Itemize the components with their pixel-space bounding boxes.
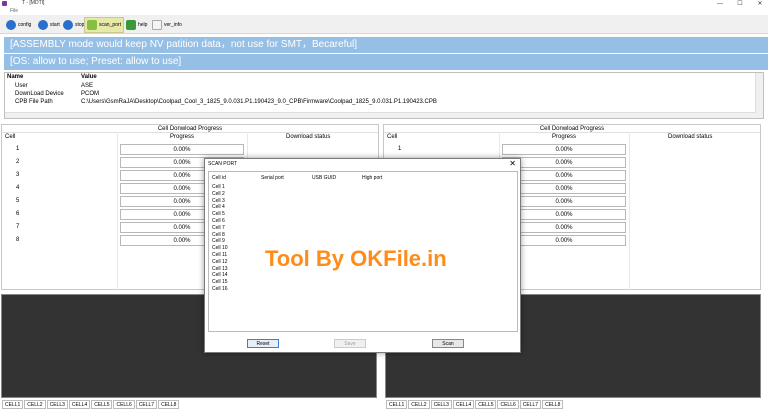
panel-title: Cell Donwload Progress [384, 125, 760, 133]
panel-title: Cell Donwload Progress [2, 125, 378, 133]
cell-row: 1 0.00% [384, 143, 760, 156]
help-button[interactable]: help [124, 17, 149, 33]
list-item[interactable]: Cell 3 [212, 198, 225, 204]
menu-file[interactable]: File [10, 8, 18, 14]
list-item[interactable]: Cell 16 [212, 286, 228, 292]
tab-cell7[interactable]: CELL7 [519, 400, 542, 409]
list-item[interactable]: Cell 4 [212, 204, 225, 210]
column-high-port: High port [362, 175, 383, 181]
column-cell-id: Cell id [212, 175, 226, 181]
cell-row: 1 0.00% [2, 143, 378, 156]
list-item[interactable]: Cell 5 [212, 211, 225, 217]
tab-cell8[interactable]: CELL8 [158, 400, 180, 409]
list-item[interactable]: Cell 15 [212, 279, 228, 285]
list-item[interactable]: Cell 9 [212, 238, 225, 244]
tab-cell1[interactable]: CELL1 [2, 400, 24, 409]
column-serial-port: Serial port [261, 175, 284, 181]
android-icon [87, 20, 97, 30]
left-cell-tabs: CELL1 CELL2 CELL3 CELL4 CELL5 CELL6 CELL… [2, 400, 180, 409]
menu-bar: File [0, 8, 768, 15]
list-item[interactable]: Cell 12 [212, 259, 228, 265]
scan-port-button[interactable]: scan_port [84, 17, 124, 33]
toolbar: config start stop scan_port help ver_inf… [0, 15, 768, 34]
list-item[interactable]: Cell 6 [212, 218, 225, 224]
info-header: Name Value [7, 74, 97, 80]
tab-cell8[interactable]: CELL8 [542, 400, 564, 409]
close-icon[interactable]: ✕ [509, 159, 516, 168]
stop-button[interactable]: stop [61, 17, 86, 33]
tab-cell4[interactable]: CELL4 [452, 400, 475, 409]
column-cell: Cell [387, 134, 398, 140]
column-usb-guid: USB GUID [312, 175, 337, 181]
assembly-mode-banner: [ASSEMBLY mode would keep NV patition da… [4, 37, 768, 53]
list-item[interactable]: Cell 13 [212, 266, 228, 272]
dialog-title: SCAN PORT [208, 161, 238, 167]
info-horizontal-scrollbar[interactable] [5, 112, 756, 118]
list-item[interactable]: Cell 14 [212, 272, 228, 278]
info-row-user: User ASE [15, 83, 94, 89]
save-button[interactable]: Save [334, 339, 366, 348]
tab-cell5[interactable]: CELL5 [475, 400, 497, 409]
stop-icon [63, 20, 73, 30]
tab-cell5[interactable]: CELL5 [91, 400, 113, 409]
info-icon [152, 20, 162, 30]
reset-button[interactable]: Reset [247, 339, 279, 348]
start-button[interactable]: start [36, 17, 62, 33]
tab-cell2[interactable]: CELL2 [24, 400, 46, 409]
start-icon [38, 20, 48, 30]
tab-cell6[interactable]: CELL6 [497, 400, 519, 409]
os-preset-banner: [OS: allow to use; Preset: allow to use] [4, 54, 768, 70]
minimize-button[interactable]: — [712, 0, 728, 8]
column-progress: Progress [552, 134, 577, 140]
maximize-button[interactable]: ☐ [732, 0, 748, 8]
info-row-download-device: DownLoad Device PCOM [15, 91, 99, 97]
info-table: Name Value User ASE DownLoad Device PCOM… [4, 72, 764, 119]
list-item[interactable]: Cell 7 [212, 225, 225, 231]
column-download-status: Download status [286, 134, 331, 140]
app-icon [2, 1, 7, 6]
tab-cell1[interactable]: CELL1 [386, 400, 408, 409]
config-icon [6, 20, 16, 30]
list-item[interactable]: Cell 2 [212, 191, 225, 197]
title-bar: T - [MDTI] — ☐ ✕ [0, 0, 768, 8]
column-cell: Cell [5, 134, 16, 140]
tab-cell7[interactable]: CELL7 [135, 400, 158, 409]
info-row-cpb-file-path: CPB File Path C:\Users\GsmRaJA\Desktop\C… [15, 99, 437, 105]
scan-button[interactable]: Scan [432, 339, 464, 348]
window-title: T - [MDTI] [22, 0, 45, 6]
column-progress: Progress [170, 134, 195, 140]
progress-field: 0.00% [502, 144, 626, 155]
watermark: Tool By OKFile.in [265, 246, 447, 271]
list-item[interactable]: Cell 8 [212, 232, 225, 238]
tab-cell3[interactable]: CELL3 [430, 400, 452, 409]
close-button[interactable]: ✕ [752, 0, 768, 8]
tab-cell6[interactable]: CELL6 [113, 400, 135, 409]
tab-cell4[interactable]: CELL4 [68, 400, 91, 409]
column-download-status: Download status [668, 134, 713, 140]
help-icon [126, 20, 136, 30]
tab-cell3[interactable]: CELL3 [46, 400, 68, 409]
ver-info-button[interactable]: ver_info [150, 17, 184, 33]
progress-field: 0.00% [120, 144, 244, 155]
info-vertical-scrollbar[interactable] [755, 73, 763, 118]
tab-cell2[interactable]: CELL2 [408, 400, 430, 409]
list-item[interactable]: Cell 10 [212, 245, 228, 251]
right-cell-tabs: CELL1 CELL2 CELL3 CELL4 CELL5 CELL6 CELL… [386, 400, 564, 409]
list-item[interactable]: Cell 11 [212, 252, 227, 258]
list-item[interactable]: Cell 1 [212, 184, 225, 190]
config-button[interactable]: config [4, 17, 33, 33]
